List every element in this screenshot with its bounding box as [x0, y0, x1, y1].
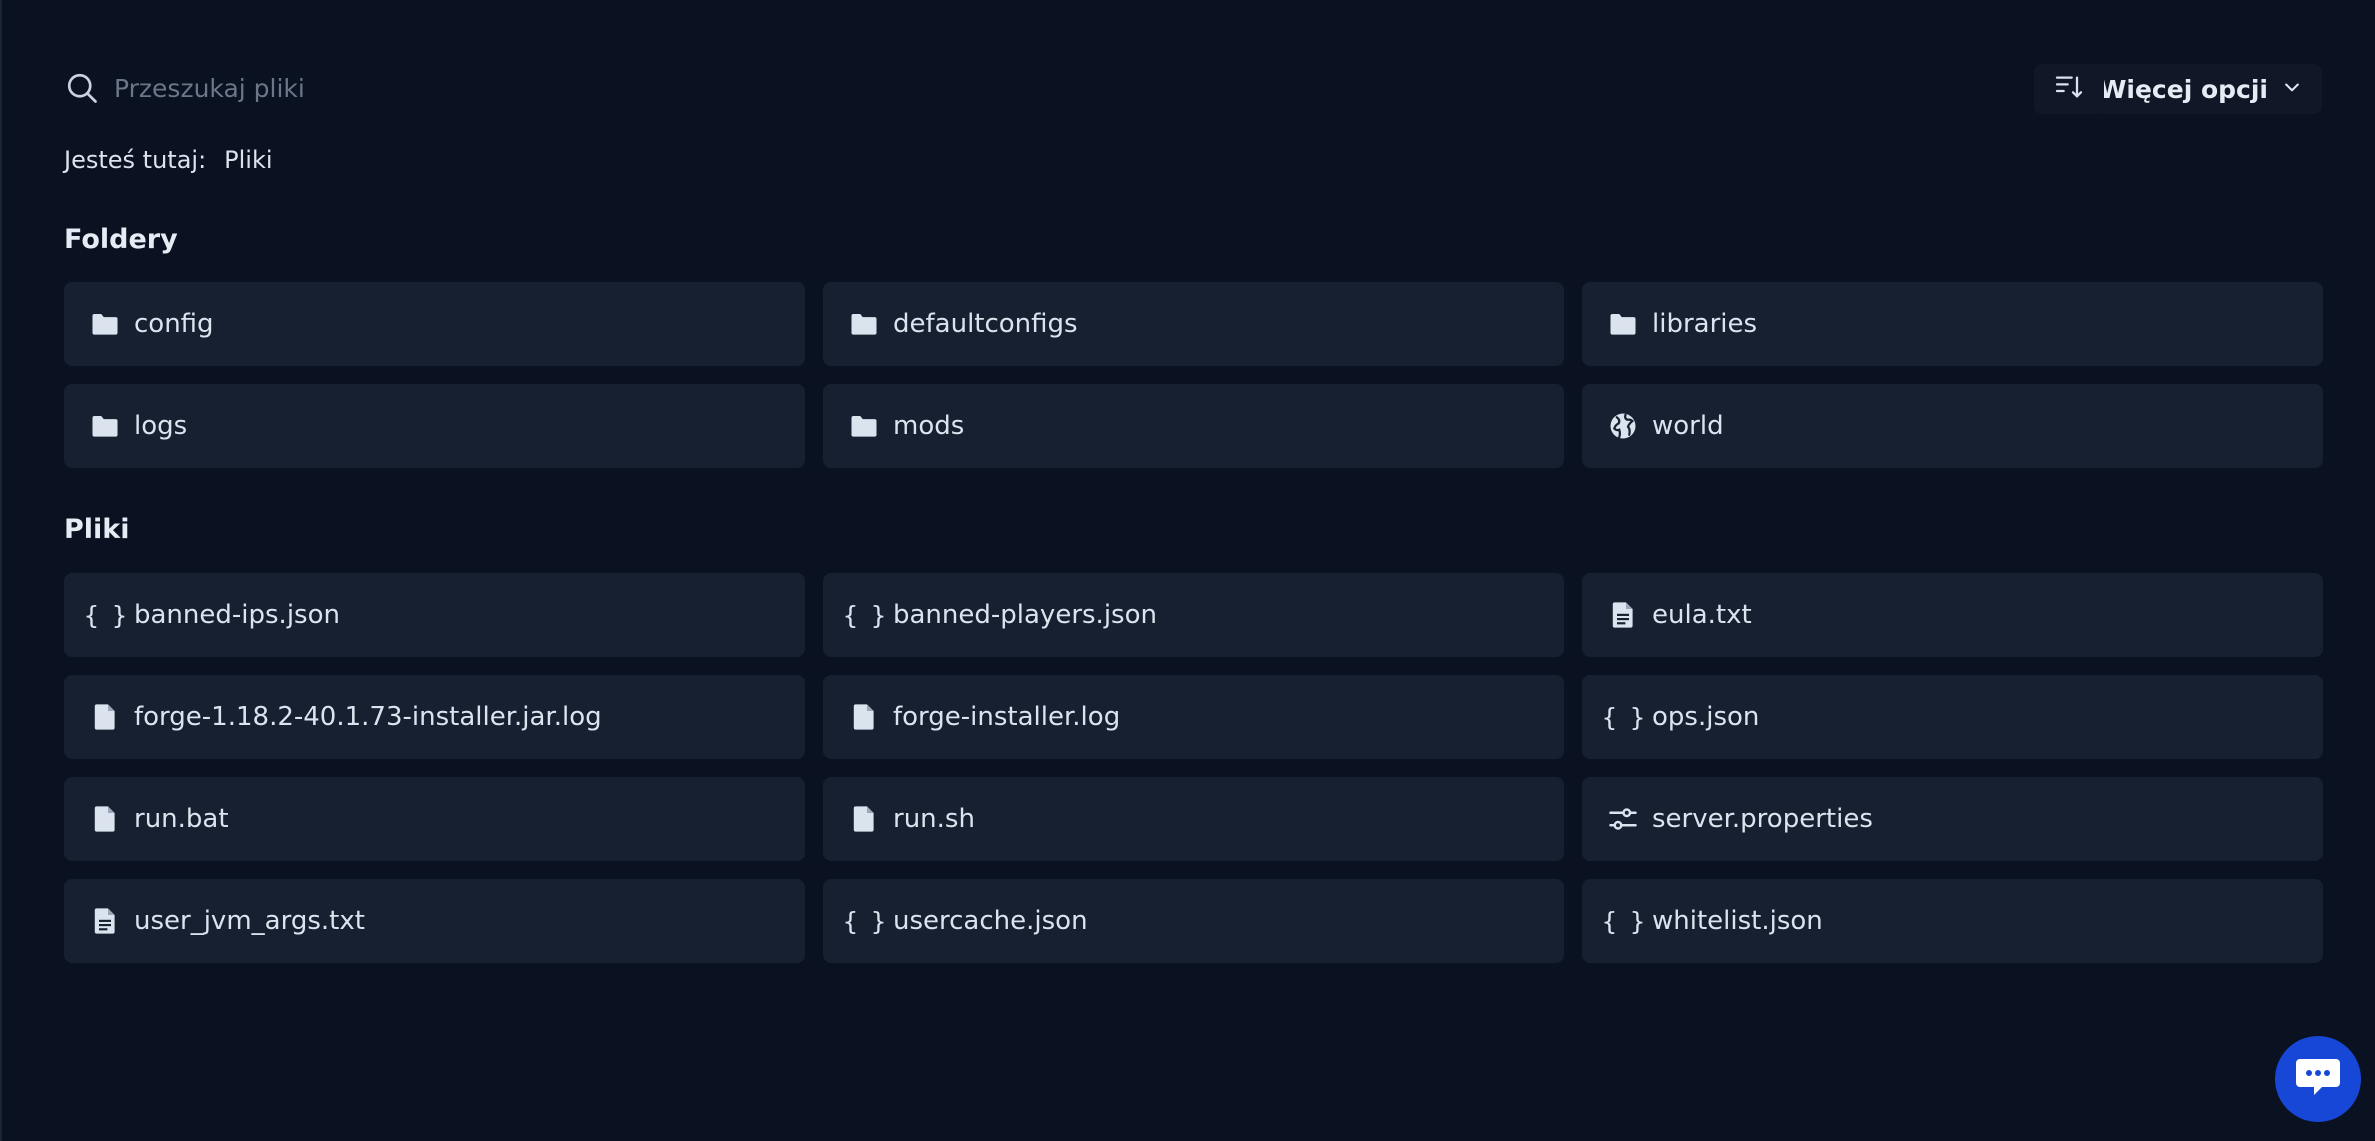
json-braces-icon: { }	[1601, 702, 1645, 732]
folder-icon	[88, 307, 122, 341]
sort-descending-icon	[2053, 71, 2085, 107]
file-item[interactable]: server.properties	[1582, 777, 2323, 861]
item-name: logs	[134, 411, 188, 441]
file-icon	[88, 700, 122, 734]
file-item[interactable]: forge-installer.log	[823, 675, 1564, 759]
file-item[interactable]: { } banned-players.json	[823, 573, 1564, 657]
files-heading: Pliki	[64, 514, 130, 545]
text-file-icon	[88, 904, 122, 938]
file-manager-page: Więcej opcji Jesteś tutaj: Pliki Foldery…	[0, 0, 2375, 1141]
item-name: eula.txt	[1652, 600, 1752, 630]
item-name: banned-players.json	[893, 600, 1157, 630]
folders-heading: Foldery	[64, 224, 178, 255]
search-icon	[64, 70, 100, 106]
file-item[interactable]: { } usercache.json	[823, 879, 1564, 963]
json-braces-icon: { }	[842, 600, 886, 630]
item-name: defaultconfigs	[893, 309, 1078, 339]
file-item[interactable]: run.sh	[823, 777, 1564, 861]
chat-button[interactable]	[2275, 1036, 2361, 1122]
breadcrumb-item-files[interactable]: Pliki	[224, 146, 272, 174]
item-name: user_jvm_args.txt	[134, 906, 365, 936]
item-name: server.properties	[1652, 804, 1873, 834]
item-name: ops.json	[1652, 702, 1760, 732]
folder-item[interactable]: defaultconfigs	[823, 282, 1564, 366]
json-braces-icon: { }	[83, 600, 127, 630]
item-name: config	[134, 309, 214, 339]
globe-icon	[1606, 409, 1640, 443]
item-name: usercache.json	[893, 906, 1088, 936]
file-item[interactable]: { } whitelist.json	[1582, 879, 2323, 963]
json-braces-icon: { }	[842, 906, 886, 936]
item-name: world	[1652, 411, 1724, 441]
item-name: forge-1.18.2-40.1.73-installer.jar.log	[134, 702, 602, 732]
chevron-down-icon	[2282, 77, 2302, 101]
file-item[interactable]: run.bat	[64, 777, 805, 861]
file-item[interactable]: user_jvm_args.txt	[64, 879, 805, 963]
search-input[interactable]	[114, 73, 964, 103]
folder-item[interactable]: config	[64, 282, 805, 366]
sort-button[interactable]	[2034, 64, 2104, 114]
breadcrumb: Jesteś tutaj: Pliki	[64, 142, 273, 178]
file-icon	[847, 802, 881, 836]
search-bar	[64, 60, 964, 116]
folder-icon	[88, 409, 122, 443]
more-options-label: Więcej opcji	[2098, 74, 2268, 104]
item-name: forge-installer.log	[893, 702, 1121, 732]
folders-grid: config defaultconfigs libraries logs mods wor…	[64, 282, 2324, 468]
sliders-icon	[1606, 802, 1640, 836]
item-name: mods	[893, 411, 965, 441]
file-icon	[88, 802, 122, 836]
folder-icon	[1606, 307, 1640, 341]
file-icon	[847, 700, 881, 734]
item-name: libraries	[1652, 309, 1758, 339]
file-item[interactable]: { } banned-ips.json	[64, 573, 805, 657]
chat-bubble-icon	[2294, 1055, 2342, 1103]
item-name: run.bat	[134, 804, 229, 834]
item-name: run.sh	[893, 804, 975, 834]
file-item[interactable]: { } ops.json	[1582, 675, 2323, 759]
folder-icon	[847, 409, 881, 443]
breadcrumb-prefix: Jesteś tutaj:	[64, 146, 207, 174]
item-name: whitelist.json	[1652, 906, 1823, 936]
folder-item[interactable]: mods	[823, 384, 1564, 468]
file-item[interactable]: eula.txt	[1582, 573, 2323, 657]
text-file-icon	[1606, 598, 1640, 632]
folder-item[interactable]: world	[1582, 384, 2323, 468]
json-braces-icon: { }	[1601, 906, 1645, 936]
more-options-button[interactable]: Więcej opcji	[2094, 64, 2322, 114]
folder-item[interactable]: logs	[64, 384, 805, 468]
folder-icon	[847, 307, 881, 341]
item-name: banned-ips.json	[134, 600, 340, 630]
folder-item[interactable]: libraries	[1582, 282, 2323, 366]
file-item[interactable]: forge-1.18.2-40.1.73-installer.jar.log	[64, 675, 805, 759]
files-grid: { } banned-ips.json{ } banned-players.json…	[64, 573, 2324, 963]
